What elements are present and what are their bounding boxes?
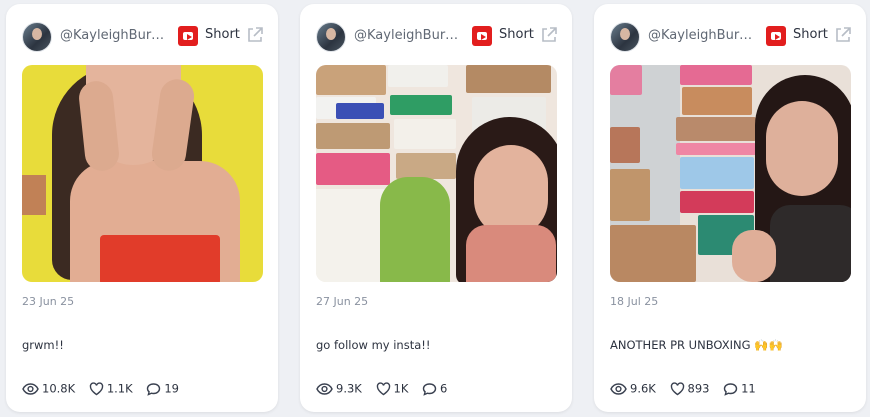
comments-count: 6 bbox=[440, 381, 448, 396]
eye-icon bbox=[316, 383, 333, 395]
shorts-grid: @KayleighBurs... Short 23 Jun 25 grwm!! … bbox=[0, 0, 870, 417]
card-header: @KayleighBurs... Short bbox=[610, 22, 852, 52]
views-count: 9.6K bbox=[630, 381, 656, 396]
external-link-icon[interactable] bbox=[540, 26, 558, 44]
likes-stat: 1.1K bbox=[89, 381, 133, 396]
likes-stat: 1K bbox=[376, 381, 409, 396]
views-stat: 9.3K bbox=[316, 381, 362, 396]
video-card[interactable]: @KayleighBurs... Short 27 Jun 25 go foll… bbox=[300, 4, 572, 412]
channel-handle[interactable]: @KayleighBurs... bbox=[354, 28, 462, 43]
external-link-icon[interactable] bbox=[246, 26, 264, 44]
video-caption: grwm!! bbox=[22, 338, 64, 352]
views-stat: 10.8K bbox=[22, 381, 75, 396]
youtube-icon bbox=[178, 26, 198, 46]
likes-count: 893 bbox=[687, 381, 710, 396]
comments-stat: 19 bbox=[146, 381, 179, 396]
likes-stat: 893 bbox=[670, 381, 710, 396]
video-card[interactable]: @KayleighBurs... Short 18 Jul 25 ANOTHER… bbox=[594, 4, 866, 412]
comments-count: 11 bbox=[741, 381, 756, 396]
eye-icon bbox=[22, 383, 39, 395]
heart-icon bbox=[89, 382, 104, 396]
post-date: 18 Jul 25 bbox=[610, 295, 659, 308]
engagement-stats: 9.3K 1K 6 bbox=[316, 381, 457, 399]
youtube-icon bbox=[766, 26, 786, 46]
platform-label: Short bbox=[793, 27, 828, 42]
video-thumbnail[interactable] bbox=[22, 65, 263, 282]
likes-count: 1.1K bbox=[106, 381, 133, 396]
engagement-stats: 10.8K 1.1K 19 bbox=[22, 381, 189, 399]
platform-label: Short bbox=[205, 27, 240, 42]
heart-icon bbox=[670, 382, 684, 396]
comments-count: 19 bbox=[164, 381, 179, 396]
card-header: @KayleighBurs... Short bbox=[22, 22, 264, 52]
video-thumbnail[interactable] bbox=[610, 65, 851, 282]
video-caption: go follow my insta!! bbox=[316, 338, 431, 352]
external-link-icon[interactable] bbox=[834, 26, 852, 44]
views-stat: 9.6K bbox=[610, 381, 656, 396]
youtube-icon bbox=[472, 26, 492, 46]
comment-icon bbox=[422, 383, 437, 396]
avatar[interactable] bbox=[316, 22, 346, 52]
video-caption: ANOTHER PR UNBOXING 🙌🙌 bbox=[610, 338, 783, 352]
comments-stat: 6 bbox=[422, 381, 447, 396]
heart-icon bbox=[376, 382, 390, 396]
comment-icon bbox=[723, 383, 738, 396]
likes-count: 1K bbox=[393, 381, 409, 396]
post-date: 23 Jun 25 bbox=[22, 295, 75, 308]
views-count: 10.8K bbox=[42, 381, 76, 396]
views-count: 9.3K bbox=[336, 381, 362, 396]
engagement-stats: 9.6K 893 11 bbox=[610, 381, 766, 399]
video-thumbnail[interactable] bbox=[316, 65, 557, 282]
comment-icon bbox=[147, 383, 161, 396]
eye-icon bbox=[610, 383, 627, 395]
channel-handle[interactable]: @KayleighBurs... bbox=[648, 28, 756, 43]
comments-stat: 11 bbox=[723, 381, 756, 396]
card-header: @KayleighBurs... Short bbox=[316, 22, 558, 52]
platform-label: Short bbox=[499, 27, 534, 42]
avatar[interactable] bbox=[22, 22, 52, 52]
avatar[interactable] bbox=[610, 22, 640, 52]
channel-handle[interactable]: @KayleighBurs... bbox=[60, 28, 168, 43]
video-card[interactable]: @KayleighBurs... Short 23 Jun 25 grwm!! … bbox=[6, 4, 278, 412]
post-date: 27 Jun 25 bbox=[316, 295, 369, 308]
